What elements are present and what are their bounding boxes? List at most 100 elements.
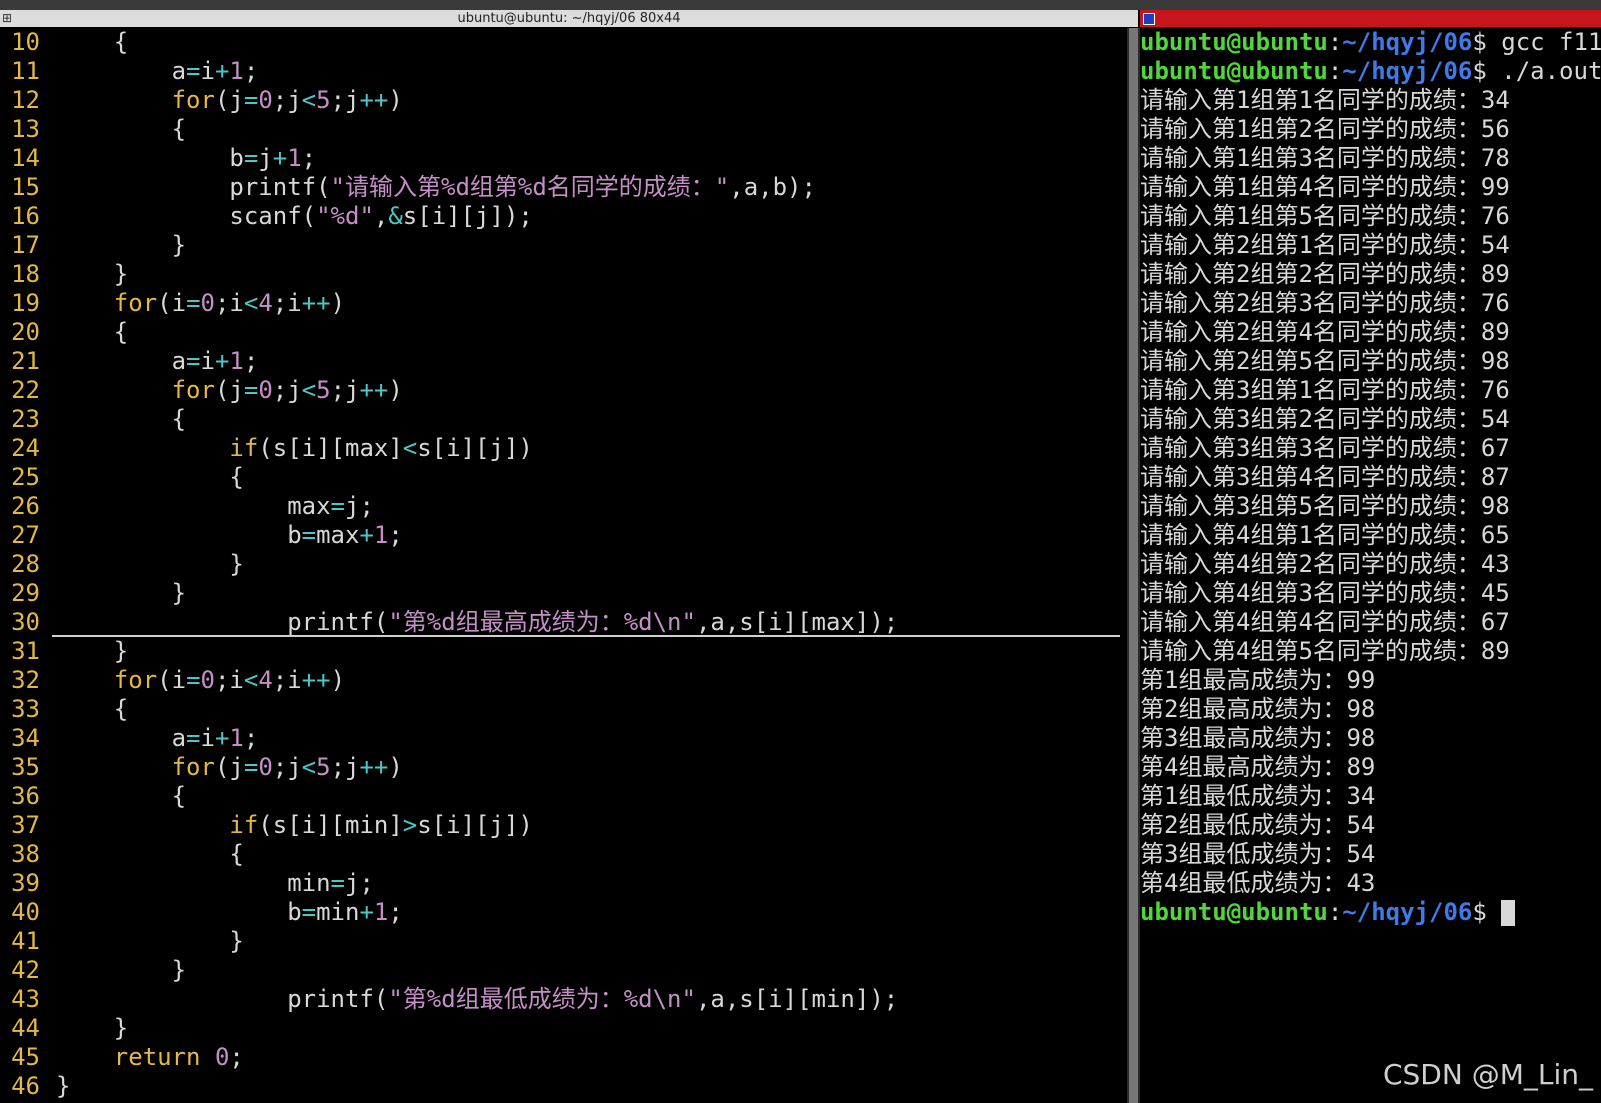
- code-line[interactable]: 46}: [0, 1072, 1127, 1101]
- code-line[interactable]: 37 if(s[i][min]>s[i][j]): [0, 811, 1127, 840]
- code-token: ;j: [330, 86, 360, 114]
- code-line[interactable]: 44 }: [0, 1014, 1127, 1043]
- code-line[interactable]: 45 return 0;: [0, 1043, 1127, 1072]
- code-token: =: [186, 724, 201, 752]
- terminal-pane[interactable]: ubuntu@ubuntu:~/hqyj/06$ gcc f11.ubuntu@…: [1140, 28, 1601, 1103]
- code-token: 1: [229, 724, 244, 752]
- code-text: b=j+1;: [56, 144, 316, 173]
- code-token: }: [56, 579, 187, 607]
- code-token: for: [113, 666, 158, 694]
- code-line[interactable]: 32 for(i=0;i<4;i++): [0, 666, 1127, 695]
- code-token: =: [301, 898, 317, 926]
- vim-editor[interactable]: 10 {11 a=i+1; 12 for(j=0;j<5;j++) 13 {14 b…: [0, 28, 1127, 1103]
- code-token: ++: [301, 289, 331, 317]
- code-text: }: [56, 1014, 128, 1043]
- code-line[interactable]: 24 if(s[i][max]<s[i][j]): [0, 434, 1127, 463]
- code-text: {: [56, 463, 243, 492]
- line-number: 40: [11, 898, 40, 926]
- code-token: s[i][j]): [417, 434, 533, 462]
- code-token: ,a,s[i][min]);: [695, 985, 899, 1013]
- terminal-cursor[interactable]: [1501, 900, 1516, 926]
- line-number: 24: [11, 434, 40, 462]
- code-line[interactable]: 21 a=i+1;: [0, 347, 1127, 376]
- code-line[interactable]: 27 b=max+1;: [0, 521, 1127, 550]
- code-line[interactable]: 26 max=j;: [0, 492, 1127, 521]
- code-line[interactable]: 36 {: [0, 782, 1127, 811]
- code-line[interactable]: 34 a=i+1;: [0, 724, 1127, 753]
- line-number: 17: [11, 231, 40, 259]
- prompt-separator: :: [1327, 28, 1343, 56]
- code-token: <: [402, 434, 418, 462]
- code-token: 0: [200, 666, 215, 694]
- code-text: }: [56, 231, 186, 260]
- code-line[interactable]: 33 {: [0, 695, 1127, 724]
- code-token: "%d": [316, 202, 374, 230]
- code-text: return 0;: [56, 1043, 244, 1072]
- terminal-icon[interactable]: [1143, 13, 1155, 25]
- code-token: "第%d组最低成绩为：%d\n": [388, 985, 696, 1013]
- code-text: {: [56, 840, 243, 869]
- line-number: 31: [11, 637, 40, 665]
- code-text: printf("第%d组最高成绩为：%d\n",a,s[i][max]);: [56, 608, 898, 637]
- line-number: 42: [11, 956, 40, 984]
- code-line[interactable]: 14 b=j+1;: [0, 144, 1127, 173]
- code-line[interactable]: 41 }: [0, 927, 1127, 956]
- code-line[interactable]: 11 a=i+1;: [0, 57, 1127, 86]
- scrollbar-thumb[interactable]: [1129, 28, 1138, 1103]
- code-text: printf("请输入第%d组第%d名同学的成绩：",a,b);: [56, 173, 816, 202]
- code-line[interactable]: 17 }: [0, 231, 1127, 260]
- code-token: ): [388, 376, 403, 404]
- code-token: {: [56, 318, 129, 346]
- code-line[interactable]: 13 {: [0, 115, 1127, 144]
- code-line[interactable]: 43 printf("第%d组最低成绩为：%d\n",a,s[i][min]);: [0, 985, 1127, 1014]
- code-line[interactable]: 12 for(j=0;j<5;j++): [0, 86, 1127, 115]
- code-line[interactable]: 20 {: [0, 318, 1127, 347]
- line-number: 44: [11, 1014, 40, 1042]
- code-token: +: [214, 57, 230, 85]
- code-token: (i: [157, 289, 187, 317]
- code-line[interactable]: 39 min=j;: [0, 869, 1127, 898]
- pane-scrollbar[interactable]: [1127, 28, 1140, 1103]
- code-token: for: [171, 376, 215, 404]
- code-token: ;j: [272, 753, 302, 781]
- code-line[interactable]: 28 }: [0, 550, 1127, 579]
- code-line[interactable]: 22 for(j=0;j<5;j++): [0, 376, 1127, 405]
- terminal-output-line: 请输入第2组第1名同学的成绩：54: [1140, 231, 1510, 259]
- terminal-output-line: 第4组最低成绩为：43: [1140, 869, 1376, 897]
- right-window-titlebar[interactable]: [1140, 10, 1601, 27]
- code-token: for: [171, 86, 215, 114]
- code-token: 0: [258, 753, 273, 781]
- code-line[interactable]: 15 printf("请输入第%d组第%d名同学的成绩：",a,b);: [0, 173, 1127, 202]
- code-token: printf(: [56, 173, 331, 201]
- terminal-output-line: 请输入第1组第3名同学的成绩：78: [1140, 144, 1510, 172]
- code-token: max: [56, 492, 331, 520]
- code-line[interactable]: 42 }: [0, 956, 1127, 985]
- code-line[interactable]: 38 {: [0, 840, 1127, 869]
- code-token: +: [359, 521, 374, 549]
- code-line[interactable]: 25 {: [0, 463, 1127, 492]
- code-line[interactable]: 16 scanf("%d",&s[i][j]);: [0, 202, 1127, 231]
- code-line[interactable]: 31 }: [0, 637, 1127, 666]
- left-window-titlebar[interactable]: ⊞ ubuntu@ubuntu: ~/hqyj/06 80x44: [0, 10, 1138, 27]
- code-token: for: [171, 753, 215, 781]
- code-line[interactable]: 10 {: [0, 28, 1127, 57]
- code-token: ;i: [272, 666, 302, 694]
- code-line[interactable]: 40 b=min+1;: [0, 898, 1127, 927]
- terminal-output-line: 第1组最高成绩为：99: [1140, 666, 1376, 694]
- code-token: +: [359, 898, 374, 926]
- code-text: scanf("%d",&s[i][j]);: [56, 202, 532, 231]
- code-text: a=i+1;: [56, 724, 259, 753]
- code-line[interactable]: 29 }: [0, 579, 1127, 608]
- terminal-icon[interactable]: ⊞: [2, 12, 12, 25]
- code-line[interactable]: 18 }: [0, 260, 1127, 289]
- line-number: 43: [11, 985, 40, 1013]
- code-line[interactable]: 30 printf("第%d组最高成绩为：%d\n",a,s[i][max]);: [0, 608, 1127, 637]
- code-line[interactable]: 19 for(i=0;i<4;i++): [0, 289, 1127, 318]
- line-number: 22: [11, 376, 40, 404]
- code-line[interactable]: 23 {: [0, 405, 1127, 434]
- code-text: }: [56, 637, 128, 666]
- code-line[interactable]: 35 for(j=0;j<5;j++): [0, 753, 1127, 782]
- code-token: printf(: [56, 985, 389, 1013]
